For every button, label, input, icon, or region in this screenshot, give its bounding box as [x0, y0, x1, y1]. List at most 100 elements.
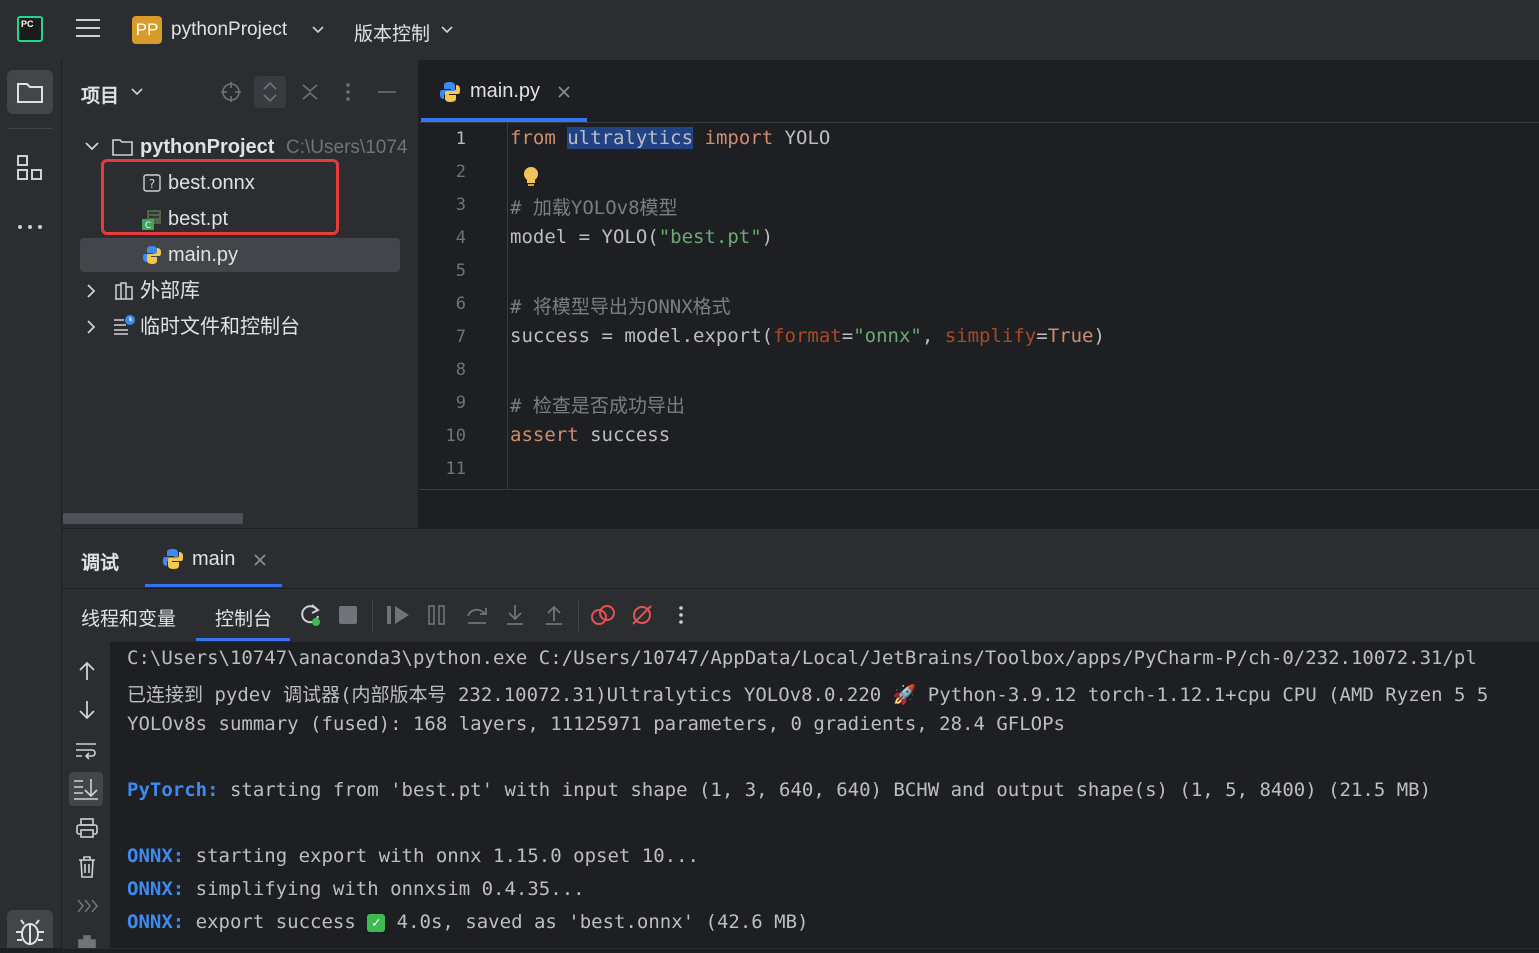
scroll-to-end-button[interactable]: [69, 772, 103, 806]
step-into-icon[interactable]: [504, 603, 526, 627]
keyword: assert: [510, 424, 579, 446]
identifier: YOLO: [784, 127, 831, 149]
code-text: success = model.export(: [510, 325, 774, 347]
console-text: starting export with onnx 1.15.0 opset 1…: [184, 845, 699, 867]
console-line: ONNX: export success ✓ 4.0s, saved as 'b…: [127, 911, 808, 933]
close-tab-icon[interactable]: [557, 85, 571, 99]
code-line-9[interactable]: # 检查是否成功导出: [510, 391, 685, 418]
vcs-dropdown[interactable]: 版本控制: [354, 19, 430, 46]
chevron-down-icon[interactable]: [84, 141, 100, 153]
view-breakpoints-icon[interactable]: [590, 603, 616, 627]
code-line-4[interactable]: model = YOLO("best.pt"): [510, 226, 773, 248]
code-text: success: [578, 424, 671, 446]
scroll-to-end-icon: [74, 779, 98, 800]
chevron-down-icon: [131, 88, 143, 96]
active-tab-indicator: [145, 584, 282, 587]
resume-icon[interactable]: [385, 604, 411, 626]
line-number: 7: [455, 327, 466, 347]
code-text: model = YOLO(: [510, 226, 659, 248]
chevron-down-icon: [441, 26, 453, 34]
chevron-right-icon[interactable]: [86, 283, 98, 299]
step-over-icon[interactable]: [465, 604, 489, 626]
folder-icon: [112, 139, 133, 156]
editor-tab-main-py[interactable]: main.py: [470, 80, 540, 103]
project-tool-button[interactable]: [7, 70, 53, 114]
code-line-1[interactable]: from ultralytics import YOLO: [510, 127, 830, 149]
highlight-annotation-box: [101, 159, 339, 235]
console-line: ONNX: simplifying with onnxsim 0.4.35...: [127, 878, 585, 900]
line-number: 2: [455, 162, 466, 182]
expand-more-icon[interactable]: [75, 896, 99, 916]
more-tools-icon[interactable]: [16, 220, 44, 234]
debug-tool-button[interactable]: [7, 910, 53, 948]
active-tab-indicator: [421, 118, 587, 122]
chevron-right-icon[interactable]: [86, 319, 98, 335]
locate-file-icon[interactable]: [219, 80, 243, 104]
code-line-10[interactable]: assert success: [510, 424, 670, 446]
collapse-all-icon[interactable]: [299, 81, 321, 103]
minimize-icon[interactable]: [376, 84, 398, 100]
console-text: simplifying with onnxsim 0.4.35...: [184, 878, 585, 900]
options-icon[interactable]: [343, 81, 353, 103]
python-file-icon: [163, 549, 183, 569]
main-menu-icon[interactable]: [76, 19, 100, 39]
debug-panel-title[interactable]: 调试: [81, 548, 119, 575]
structure-icon[interactable]: [16, 154, 44, 182]
tool-window-strip: [0, 60, 62, 948]
divider: [62, 588, 1539, 589]
more-options-icon[interactable]: [676, 604, 686, 626]
console-text: starting from 'best.pt' with input shape…: [218, 779, 1432, 801]
clear-all-icon[interactable]: [76, 855, 98, 879]
project-badge[interactable]: PP: [132, 16, 162, 44]
code-line-3[interactable]: # 加载YOLOv8模型: [510, 193, 678, 220]
active-subtab-indicator: [196, 638, 290, 641]
selected-row-highlight: [80, 238, 400, 272]
code-text: ): [761, 226, 774, 248]
pycharm-logo-icon[interactable]: PC: [17, 16, 43, 42]
chevron-down-icon: [312, 26, 324, 34]
divider: [8, 128, 52, 129]
project-root-path: C:\Users\1074: [286, 137, 408, 158]
log-prefix: ONNX:: [127, 878, 185, 900]
expand-collapse-button[interactable]: [254, 76, 286, 108]
tab-threads-variables[interactable]: 线程和变量: [81, 604, 176, 631]
print-icon[interactable]: [75, 817, 99, 839]
console-text: 已连接到 pydev 调试器(内部版本号 232.10072.31)Ultral…: [127, 684, 893, 706]
console-line: C:\Users\10747\anaconda3\python.exe C:/U…: [127, 647, 1477, 669]
stop-icon[interactable]: [338, 605, 358, 625]
secondary-tool-icon[interactable]: [76, 932, 98, 948]
rerun-icon[interactable]: [297, 602, 323, 628]
horizontal-scrollbar[interactable]: [63, 513, 243, 524]
tree-item-scratches[interactable]: 临时文件和控制台: [140, 310, 300, 344]
console-line: ONNX: starting export with onnx 1.15.0 o…: [127, 845, 699, 867]
pause-icon[interactable]: [427, 604, 447, 626]
tree-item-external-libraries[interactable]: 外部库: [140, 274, 200, 308]
mute-breakpoints-icon[interactable]: [630, 603, 654, 627]
close-tab-icon[interactable]: [253, 553, 267, 567]
soft-wrap-icon[interactable]: [74, 739, 98, 761]
log-prefix: ONNX:: [127, 911, 185, 933]
code-text: ): [1093, 325, 1105, 347]
keyword: import: [704, 127, 774, 149]
param-name: simplify: [944, 325, 1037, 347]
line-number: 11: [445, 459, 466, 479]
code-line-6[interactable]: # 将模型导出为ONNX格式: [510, 292, 731, 319]
debug-run-tab[interactable]: main: [192, 548, 235, 571]
project-root-label: pythonProject: [140, 136, 275, 158]
lightbulb-icon[interactable]: [521, 165, 541, 189]
step-out-icon[interactable]: [543, 603, 565, 627]
tab-console[interactable]: 控制台: [215, 604, 272, 631]
line-number: 8: [455, 360, 466, 380]
line-number: 4: [455, 228, 466, 248]
console-text: export success: [184, 911, 368, 933]
code-line-7[interactable]: success = model.export(format="onnx", si…: [510, 325, 1105, 347]
scratches-icon: [114, 315, 135, 335]
string-literal: "onnx": [853, 325, 922, 347]
scroll-up-icon[interactable]: [76, 660, 98, 682]
project-name-dropdown[interactable]: pythonProject: [171, 19, 287, 41]
tree-item-main-py[interactable]: main.py: [168, 238, 238, 272]
scroll-down-icon[interactable]: [76, 699, 98, 721]
console-line: PyTorch: starting from 'best.pt' with in…: [127, 779, 1431, 801]
project-panel-title[interactable]: 项目: [81, 81, 119, 108]
folder-icon: [17, 83, 43, 103]
